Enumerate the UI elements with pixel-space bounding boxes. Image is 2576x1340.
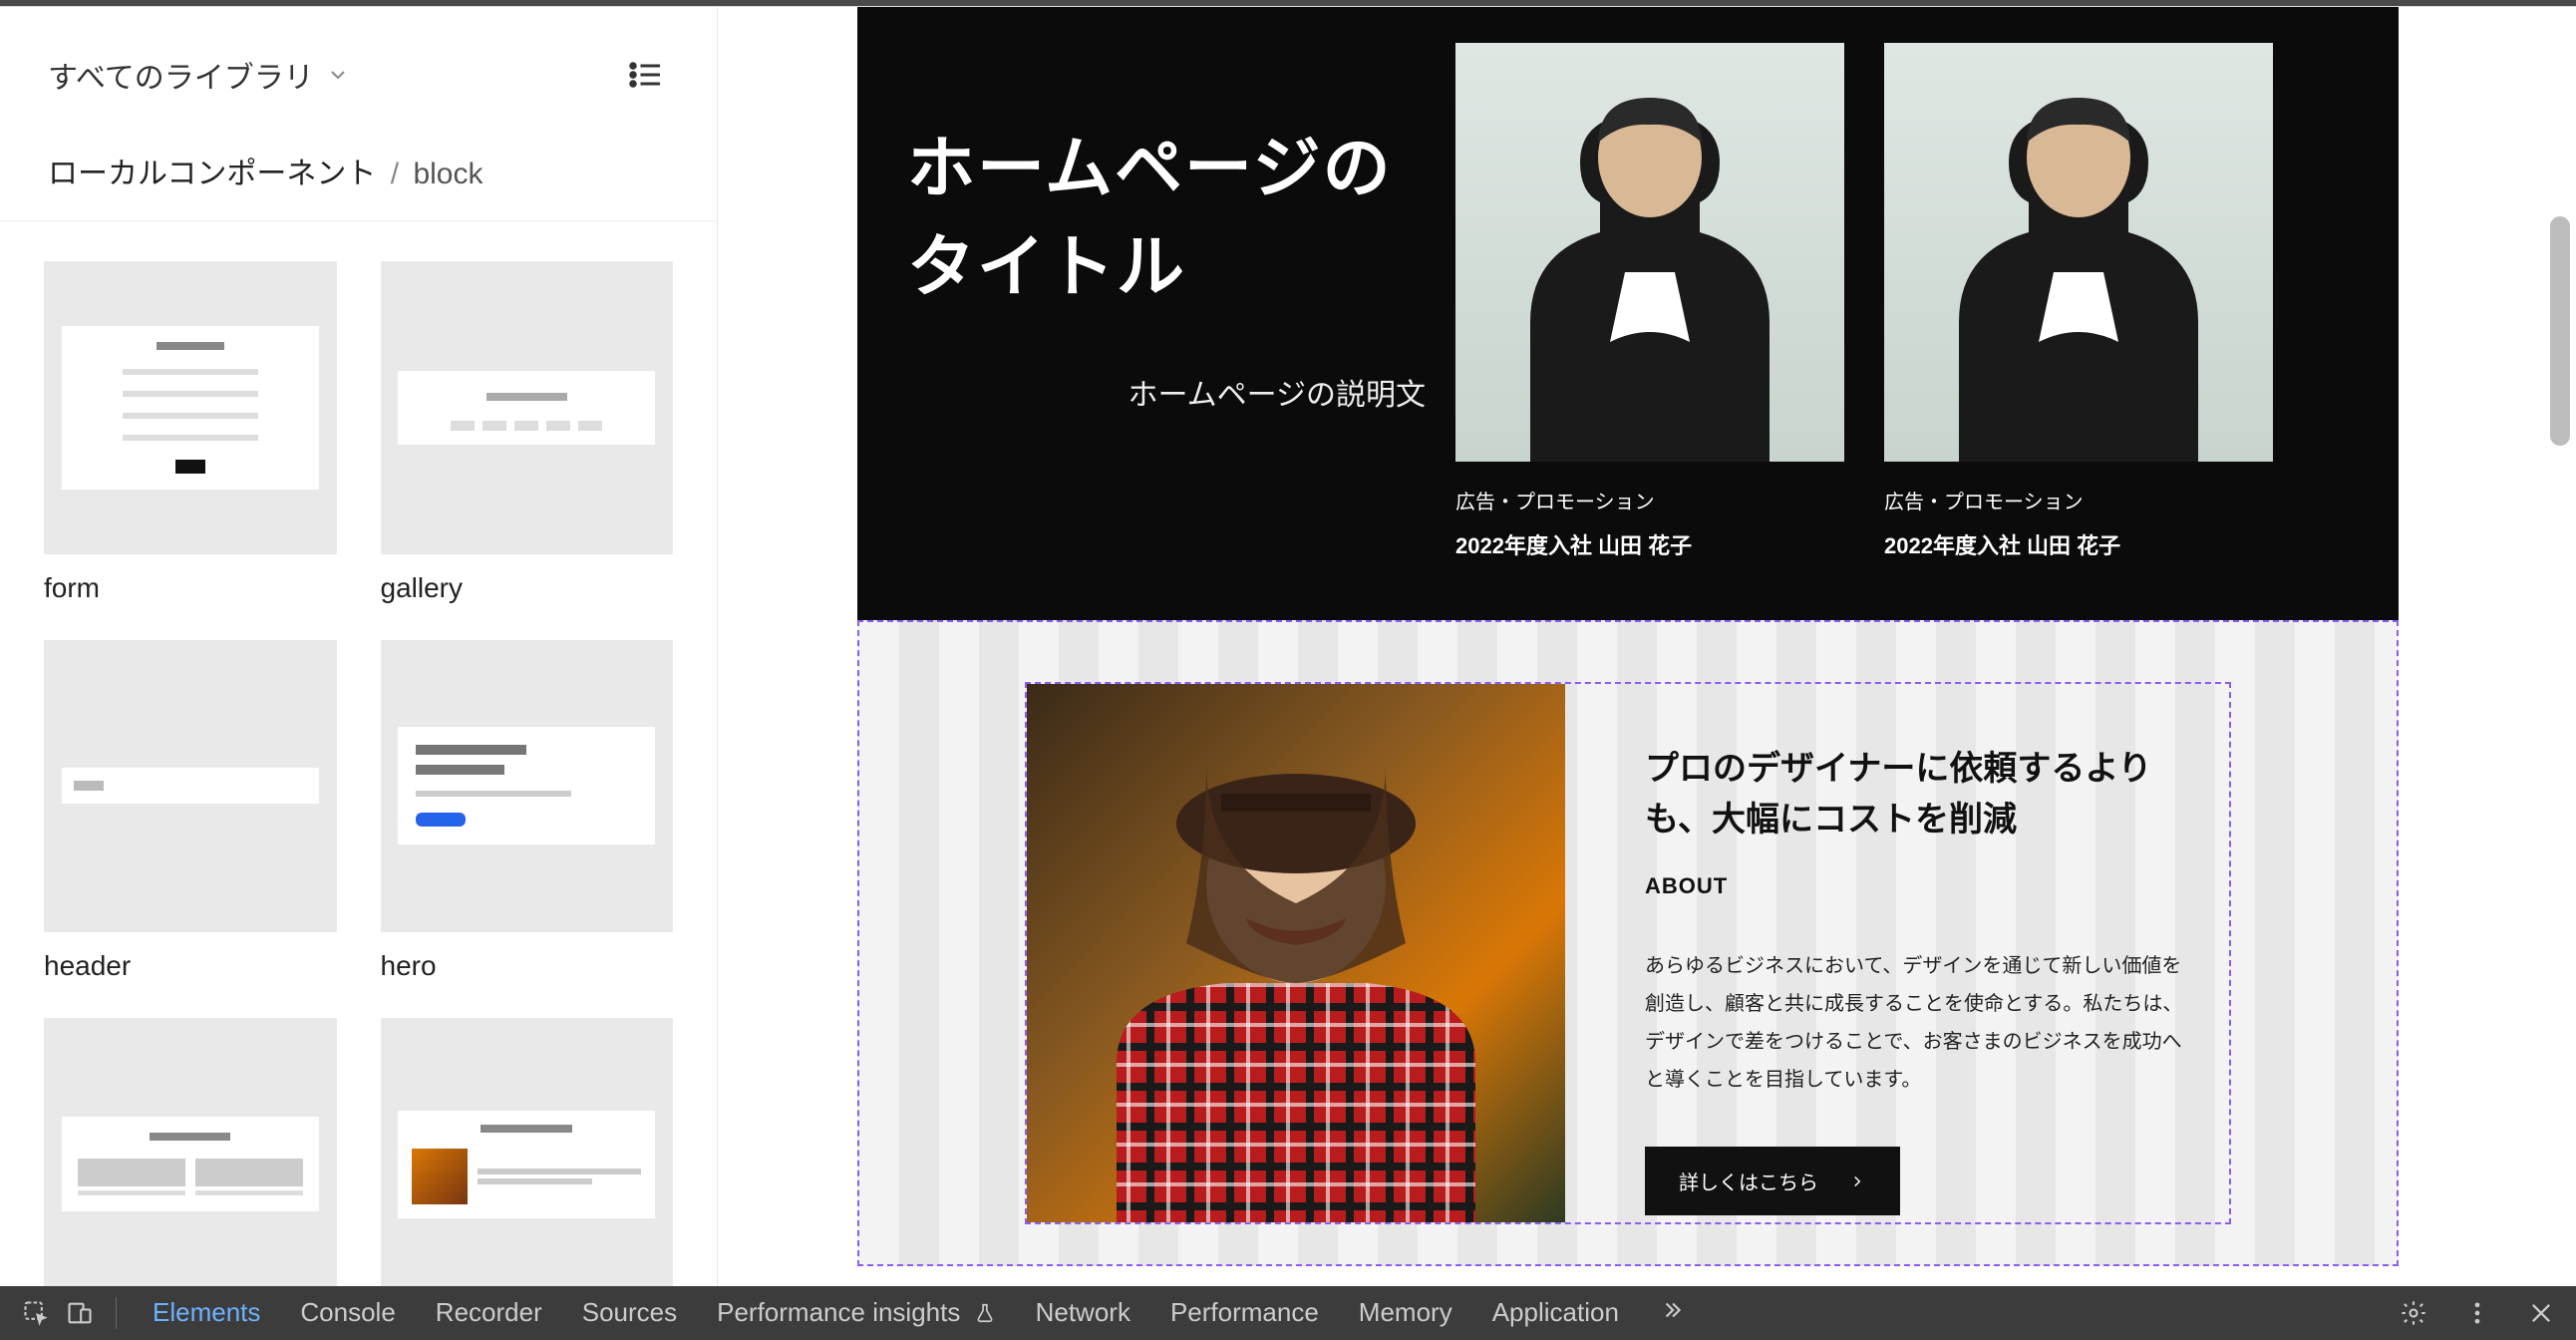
about-cta-label: 詳しくはこちら [1679,1167,1818,1195]
list-view-toggle[interactable] [621,51,669,99]
tab-network[interactable]: Network [1036,1297,1130,1330]
tab-performance[interactable]: Performance [1170,1297,1319,1330]
breadcrumb-separator: / [391,158,399,190]
separator [116,1297,117,1329]
devtools-bar: Elements Console Recorder Sources Perfor… [0,1286,2576,1340]
person-tag: 広告・プロモーション [1455,486,1844,514]
assets-panel: すべてのライブラリ ローカルコンポーネント / block [0,7,718,1286]
component-thumb [381,261,674,554]
library-dropdown-label: すべてのライブラリ [48,53,314,97]
component-label: gallery [381,572,674,604]
devtools-close-button[interactable] [2522,1294,2560,1332]
design-canvas[interactable]: ホームページのタイトル ホームページの説明文 [718,7,2576,1286]
double-chevron-right-icon [1659,1297,1685,1323]
component-label: header [44,950,337,982]
devtools-menu-button[interactable] [2458,1294,2496,1332]
library-dropdown[interactable]: すべてのライブラリ [48,53,350,97]
device-toolbar-button[interactable] [60,1293,100,1333]
component-thumb [44,1018,337,1286]
inspect-element-button[interactable] [16,1293,56,1333]
component-label: hero [381,950,674,982]
thumb-title-bar [157,342,224,350]
about-image [1027,684,1565,1222]
about-block-selection[interactable]: プロのデザイナーに依頼するよりも、大幅にコストを削減 ABOUT あらゆるビジネ… [857,620,2399,1266]
component-card-info[interactable] [44,1018,337,1286]
person-card[interactable]: 広告・プロモーション 2022年度入社 山田 花子 [1455,43,1844,560]
tab-performance-insights[interactable]: Performance insights [717,1297,995,1330]
hero-block[interactable]: ホームページのタイトル ホームページの説明文 [857,7,2399,620]
tabs-overflow[interactable] [1659,1297,1685,1330]
component-label: form [44,572,337,604]
component-thumb [44,640,337,933]
breadcrumb: ローカルコンポーネント / block [0,119,717,221]
tab-application[interactable]: Application [1492,1297,1619,1330]
breadcrumb-root[interactable]: ローカルコンポーネント [48,158,376,190]
canvas-scrollbar-thumb[interactable] [2550,216,2570,446]
component-card-hero[interactable]: hero [381,640,674,983]
component-card-gallery[interactable]: gallery [381,261,674,604]
component-card-about[interactable] [381,1018,674,1286]
tab-sources[interactable]: Sources [582,1297,677,1330]
person-name: 2022年度入社 山田 花子 [1455,528,1844,560]
tab-memory[interactable]: Memory [1359,1297,1452,1330]
component-thumb [44,261,337,554]
about-paragraph: あらゆるビジネスにおいて、デザインを通じて新しい価値を創造し、顧客と共に成長する… [1645,947,2189,1099]
about-cta-button[interactable]: 詳しくはこちら [1645,1147,1900,1215]
component-thumb [381,640,674,933]
devtools-settings-button[interactable] [2395,1294,2432,1332]
component-card-header[interactable]: header [44,640,337,983]
person-card[interactable]: 広告・プロモーション 2022年度入社 山田 花子 [1884,43,2273,560]
person-image [1455,43,1844,462]
about-title: プロのデザイナーに依頼するよりも、大幅にコストを削減 [1645,744,2189,845]
devices-icon [66,1299,94,1327]
tab-recorder[interactable]: Recorder [436,1297,542,1330]
component-grid: form gallery [0,221,717,1286]
inspect-icon [22,1299,50,1327]
breadcrumb-current: block [413,158,483,190]
hero-subtitle: ホームページの説明文 [907,370,1426,414]
person-tag: 広告・プロモーション [1884,486,2273,514]
chevron-right-icon [1848,1172,1866,1190]
component-thumb [381,1018,674,1286]
list-icon [627,57,663,93]
person-image [1884,43,2273,462]
about-label: ABOUT [1645,873,2189,899]
close-icon [2527,1299,2555,1327]
gear-icon [2400,1299,2427,1327]
tab-elements[interactable]: Elements [153,1297,260,1330]
chevron-down-icon [326,63,350,87]
component-card-form[interactable]: form [44,261,337,604]
tab-console[interactable]: Console [300,1297,395,1330]
flask-icon [974,1302,996,1324]
about-block-inner[interactable]: プロのデザイナーに依頼するよりも、大幅にコストを削減 ABOUT あらゆるビジネ… [1025,682,2231,1224]
person-name: 2022年度入社 山田 花子 [1884,528,2273,560]
kebab-icon [2463,1299,2491,1327]
hero-title: ホームページのタイトル [907,113,1426,310]
devtools-tabs: Elements Console Recorder Sources Perfor… [153,1297,2391,1330]
